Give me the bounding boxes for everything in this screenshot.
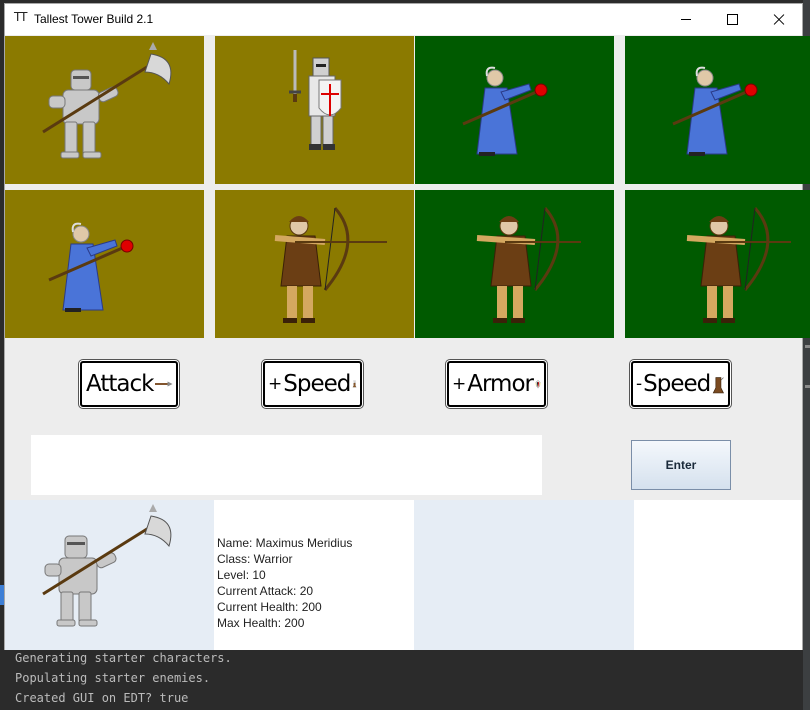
- character-name: Name: Maximus Meridius: [217, 536, 353, 550]
- ide-marker: [805, 345, 810, 348]
- minimize-icon[interactable]: [663, 4, 709, 35]
- ide-marker: [805, 385, 810, 388]
- armor-prefix: +: [452, 374, 467, 394]
- armor-label: Armor: [467, 371, 534, 397]
- blue-wizard-icon: [462, 66, 548, 156]
- command-input[interactable]: [31, 435, 542, 495]
- shield-icon: [535, 380, 541, 389]
- enemy-slot-wizard[interactable]: [415, 36, 614, 184]
- speed-down-label: Speed: [643, 371, 711, 397]
- blue-wizard-icon: [672, 66, 758, 156]
- party-slot-crusader[interactable]: [215, 36, 414, 184]
- attack-label: Attack: [86, 371, 154, 397]
- window-title: Tallest Tower Build 2.1: [34, 12, 154, 26]
- party-slot-wizard[interactable]: [5, 190, 204, 338]
- attack-button[interactable]: Attack: [80, 361, 178, 407]
- app-icon: TT: [14, 10, 27, 24]
- armor-button[interactable]: + Armor: [447, 361, 546, 407]
- archer-icon: [274, 207, 387, 323]
- character-health: Current Health: 200: [217, 600, 322, 614]
- character-attack: Current Attack: 20: [217, 584, 314, 598]
- spear-icon: [155, 381, 173, 387]
- archer-icon: [686, 207, 791, 323]
- title-bar[interactable]: TT Tallest Tower Build 2.1: [5, 4, 802, 35]
- party-slot-knight[interactable]: [5, 36, 204, 184]
- crusader-with-shield-icon: [289, 50, 342, 150]
- boot-icon: [713, 377, 725, 394]
- maximize-icon[interactable]: [709, 4, 755, 35]
- speed-up-prefix: +: [268, 374, 283, 394]
- speed-up-button[interactable]: + Speed: [263, 361, 362, 407]
- enter-button[interactable]: Enter: [631, 440, 731, 490]
- speed-down-prefix: -: [636, 374, 643, 394]
- game-window: TT Tallest Tower Build 2.1 Attack + Spee…: [4, 3, 810, 650]
- knight-with-halberd-icon: [42, 42, 172, 159]
- character-info-panel: Name: Maximus Meridius Class: Warrior Le…: [214, 500, 414, 650]
- speed-up-label: Speed: [283, 371, 351, 397]
- character-class: Class: Warrior: [217, 552, 293, 566]
- boot-wing-icon: [353, 380, 357, 388]
- selected-character-portrait: [5, 500, 214, 650]
- detail-panel-empty: [414, 500, 634, 650]
- detail-panel-empty: [634, 500, 802, 650]
- enemy-slot-archer[interactable]: [415, 190, 614, 338]
- console-line: Created GUI on EDT? true: [15, 691, 189, 705]
- blue-wizard-icon: [48, 222, 134, 312]
- knight-with-halberd-icon: [42, 504, 172, 627]
- character-max-health: Max Health: 200: [217, 616, 305, 630]
- party-slot-archer[interactable]: [215, 190, 414, 338]
- close-icon[interactable]: [755, 4, 801, 35]
- enemy-slot-archer[interactable]: [625, 190, 810, 338]
- console-output[interactable]: Generating starter characters. Populatin…: [0, 650, 803, 710]
- character-level: Level: 10: [217, 568, 266, 582]
- console-line: Generating starter characters.: [15, 651, 232, 665]
- speed-down-button[interactable]: - Speed: [631, 361, 730, 407]
- enemy-slot-wizard[interactable]: [625, 36, 810, 184]
- archer-icon: [476, 207, 581, 323]
- console-line: Populating starter enemies.: [15, 671, 211, 685]
